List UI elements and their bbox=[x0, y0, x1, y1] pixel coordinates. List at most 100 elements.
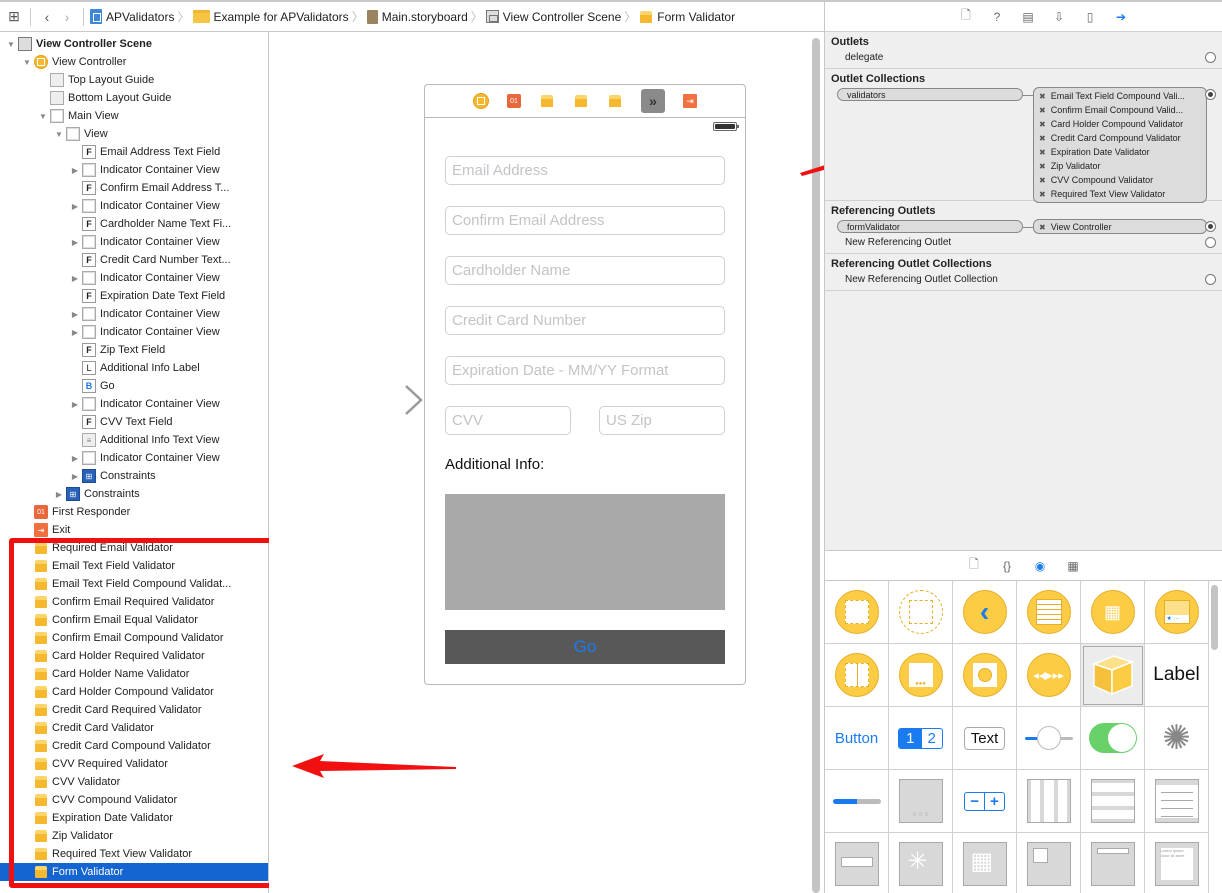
collection-target-item[interactable]: ✖ Confirm Email Compound Valid... bbox=[1034, 103, 1206, 117]
library-page-control[interactable]: ○ ○ ○ bbox=[889, 770, 953, 833]
cardholder-name-field[interactable]: Cardholder Name bbox=[445, 256, 725, 285]
outline-item[interactable]: ▶ Indicator Container View bbox=[0, 323, 268, 341]
library-horizontal-stack-view[interactable] bbox=[1017, 770, 1081, 833]
disclosure-closed-icon[interactable]: ▶ bbox=[70, 328, 80, 337]
disclosure-closed-icon[interactable]: ▶ bbox=[70, 310, 80, 319]
disclosure-open-icon[interactable]: ▼ bbox=[22, 58, 32, 67]
more-objects-chevron-icon[interactable]: » bbox=[641, 89, 665, 113]
outline-validator-item[interactable]: Zip Validator bbox=[0, 827, 268, 845]
connected-circle-icon[interactable] bbox=[1205, 89, 1216, 100]
outline-validator-item[interactable]: Card Holder Required Validator bbox=[0, 647, 268, 665]
collection-target-item[interactable]: ✖ Credit Card Compound Validator bbox=[1034, 131, 1206, 145]
file-template-icon[interactable]: 🗋 bbox=[966, 557, 982, 574]
outline-item[interactable]: ▶FCVV Text Field bbox=[0, 413, 268, 431]
outline-item[interactable]: ▶≡Additional Info Text View bbox=[0, 431, 268, 449]
outline-item[interactable]: ▶ Indicator Container View bbox=[0, 161, 268, 179]
exit-icon[interactable]: ⇥ bbox=[683, 94, 697, 108]
email-field[interactable]: Email Address bbox=[445, 156, 725, 185]
outline-exit[interactable]: ⇥ Exit bbox=[0, 521, 268, 539]
code-snippet-icon[interactable]: {} bbox=[999, 558, 1015, 574]
confirm-email-field[interactable]: Confirm Email Address bbox=[445, 206, 725, 235]
outline-validator-item[interactable]: Credit Card Compound Validator bbox=[0, 737, 268, 755]
cvv-field[interactable]: CVV bbox=[445, 406, 571, 435]
quick-help-icon[interactable]: ? bbox=[989, 9, 1005, 25]
outline-view[interactable]: ▼ View bbox=[0, 125, 268, 143]
library-activity-indicator[interactable]: ✺ bbox=[1145, 707, 1209, 770]
outline-validator-item[interactable]: Credit Card Validator bbox=[0, 719, 268, 737]
disclosure-closed-icon[interactable]: ▶ bbox=[70, 166, 80, 175]
library-page-view-controller[interactable]: ●●● bbox=[889, 644, 953, 707]
outline-item[interactable]: ▶ Indicator Container View bbox=[0, 233, 268, 251]
library-table-view[interactable] bbox=[1145, 770, 1209, 833]
outline-main-view[interactable]: ▼ Main View bbox=[0, 107, 268, 125]
disclosure-open-icon[interactable]: ▼ bbox=[54, 130, 64, 139]
outline-item[interactable]: ▶ Indicator Container View bbox=[0, 197, 268, 215]
library-navigation-controller[interactable]: ‹ bbox=[953, 581, 1017, 644]
breadcrumb-project[interactable]: APValidators bbox=[90, 9, 174, 24]
collection-target-item[interactable]: ✖ CVV Compound Validator bbox=[1034, 173, 1206, 187]
library-table-view-controller[interactable] bbox=[1017, 581, 1081, 644]
disclosure-open-icon[interactable]: ▼ bbox=[38, 112, 48, 121]
collection-target-item[interactable]: ✖ Card Holder Compound Validator bbox=[1034, 117, 1206, 131]
outline-validator-item[interactable]: Expiration Date Validator bbox=[0, 809, 268, 827]
outline-item[interactable]: ▶ Indicator Container View bbox=[0, 305, 268, 323]
outline-item[interactable]: ▶FCredit Card Number Text... bbox=[0, 251, 268, 269]
outline-item[interactable]: ▶LAdditional Info Label bbox=[0, 359, 268, 377]
connection-circle-icon[interactable] bbox=[1205, 52, 1216, 63]
disconnect-x-icon[interactable]: ✖ bbox=[1039, 190, 1046, 199]
outline-validator-item[interactable]: CVV Validator bbox=[0, 773, 268, 791]
outline-validator-item[interactable]: Email Text Field Validator bbox=[0, 557, 268, 575]
disclosure-closed-icon[interactable]: ▶ bbox=[70, 238, 80, 247]
outline-item[interactable]: ▶ Indicator Container View bbox=[0, 395, 268, 413]
outline-validator-item[interactable]: Form Validator bbox=[0, 863, 268, 881]
library-stepper[interactable]: − + bbox=[953, 770, 1017, 833]
library-collection-reusable-view[interactable] bbox=[1081, 833, 1145, 893]
first-responder-icon[interactable]: 01 bbox=[507, 94, 521, 108]
library-view-controller[interactable] bbox=[825, 581, 889, 644]
related-items-grid-icon[interactable]: ⊞ bbox=[4, 7, 24, 27]
outline-validator-item[interactable]: Card Holder Name Validator bbox=[0, 665, 268, 683]
credit-card-number-field[interactable]: Credit Card Number bbox=[445, 306, 725, 335]
outline-item[interactable]: ▶FCardholder Name Text Fi... bbox=[0, 215, 268, 233]
library-text-field[interactable]: Text bbox=[953, 707, 1017, 770]
library-image-view[interactable]: ✳ bbox=[889, 833, 953, 893]
object-cube-icon[interactable] bbox=[539, 93, 555, 109]
collection-target-item[interactable]: ✖ Expiration Date Validator bbox=[1034, 145, 1206, 159]
disclosure-closed-icon[interactable]: ▶ bbox=[70, 202, 80, 211]
connected-circle-icon[interactable] bbox=[1205, 221, 1216, 232]
library-glkit-view-controller[interactable] bbox=[953, 644, 1017, 707]
referencing-target[interactable]: ✖ View Controller bbox=[1033, 219, 1207, 234]
attributes-inspector-icon[interactable]: ⇩ bbox=[1051, 9, 1067, 25]
outline-validator-item[interactable]: Card Holder Compound Validator bbox=[0, 683, 268, 701]
disclosure-closed-icon[interactable]: ▶ bbox=[70, 472, 80, 481]
outline-item[interactable]: ▶FExpiration Date Text Field bbox=[0, 287, 268, 305]
outline-top-layout-guide[interactable]: Top Layout Guide bbox=[0, 71, 268, 89]
disconnect-x-icon[interactable]: ✖ bbox=[1039, 223, 1046, 232]
outline-view-controller[interactable]: ▼ View Controller bbox=[0, 53, 268, 71]
outline-item[interactable]: ▶FEmail Address Text Field bbox=[0, 143, 268, 161]
outline-validator-item[interactable]: CVV Required Validator bbox=[0, 755, 268, 773]
connections-inspector-icon[interactable]: ➔ bbox=[1113, 9, 1129, 25]
object-cube-icon[interactable] bbox=[607, 93, 623, 109]
outline-validator-item[interactable]: Confirm Email Compound Validator bbox=[0, 629, 268, 647]
connection-circle-icon[interactable] bbox=[1205, 274, 1216, 285]
expiration-date-field[interactable]: Expiration Date - MM/YY Format bbox=[445, 356, 725, 385]
outline-item[interactable]: ▶FZip Text Field bbox=[0, 341, 268, 359]
library-storyboard-reference[interactable] bbox=[889, 581, 953, 644]
outline-first-responder[interactable]: 01 First Responder bbox=[0, 503, 268, 521]
outline-bottom-layout-guide[interactable]: Bottom Layout Guide bbox=[0, 89, 268, 107]
disclosure-closed-icon[interactable]: ▶ bbox=[70, 454, 80, 463]
breadcrumb-scene[interactable]: View Controller Scene bbox=[485, 10, 621, 24]
disconnect-x-icon[interactable]: ✖ bbox=[1039, 148, 1046, 157]
outline-validator-item[interactable]: Email Text Field Compound Validat... bbox=[0, 575, 268, 593]
disconnect-x-icon[interactable]: ✖ bbox=[1039, 134, 1046, 143]
back-chevron-icon[interactable]: ‹ bbox=[37, 7, 57, 27]
breadcrumb-storyboard[interactable]: Main.storyboard bbox=[366, 9, 468, 24]
library-object[interactable] bbox=[1081, 644, 1145, 707]
library-segmented-control[interactable]: 12 bbox=[889, 707, 953, 770]
forward-chevron-icon[interactable]: › bbox=[57, 7, 77, 27]
library-progress-view[interactable] bbox=[825, 770, 889, 833]
library-vertical-stack-view[interactable] bbox=[1081, 770, 1145, 833]
disclosure-closed-icon[interactable]: ▶ bbox=[70, 274, 80, 283]
library-button[interactable]: Button bbox=[825, 707, 889, 770]
